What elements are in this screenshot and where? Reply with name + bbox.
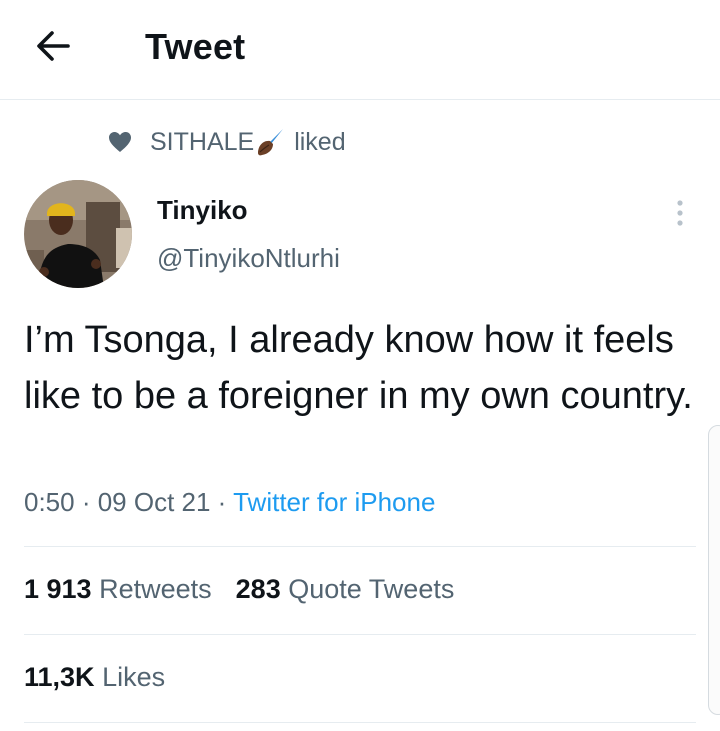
retweets-label: Retweets	[99, 574, 212, 604]
more-options-button[interactable]	[668, 196, 692, 230]
divider	[24, 546, 696, 547]
divider	[24, 634, 696, 635]
tweet-meta: 0:50 · 09 Oct 21 · Twitter for iPhone	[24, 487, 435, 518]
quote-tweets-stat[interactable]: 283 Quote Tweets	[236, 574, 455, 604]
likes-count: 11,3K	[24, 662, 95, 692]
divider	[24, 722, 696, 723]
tweet-time[interactable]: 0:50	[24, 487, 75, 517]
avatar[interactable]	[24, 180, 132, 288]
quill-pen-icon	[258, 129, 284, 156]
scroll-handle[interactable]	[708, 425, 720, 715]
page-title: Tweet	[145, 26, 246, 67]
retweets-count: 1 913	[24, 574, 92, 604]
tweet-source-link[interactable]: Twitter for iPhone	[233, 487, 435, 517]
top-bar: Tweet	[0, 0, 720, 100]
liker-name[interactable]: SITHALE	[150, 128, 254, 157]
heart-icon	[109, 132, 131, 152]
retweets-stat[interactable]: 1 913 Retweets	[24, 574, 212, 604]
author-display-name[interactable]: Tinyiko	[157, 195, 248, 226]
more-vertical-icon	[677, 200, 683, 226]
meta-separator: ·	[74, 487, 98, 517]
social-verb: liked	[294, 127, 346, 156]
social-context: SITHALE liked	[108, 124, 346, 160]
quotes-count: 283	[235, 574, 281, 604]
back-button[interactable]	[30, 26, 76, 66]
engagement-stats: 1 913 Retweets 283 Quote Tweets	[24, 574, 454, 605]
likes-label: Likes	[102, 662, 166, 692]
quotes-label: Quote Tweets	[288, 574, 455, 604]
tweet-text: I’m Tsonga, I already know how it feels …	[24, 319, 693, 417]
meta-separator-2: ·	[210, 487, 234, 517]
arrow-left-icon	[37, 31, 70, 61]
tweet-date[interactable]: 09 Oct 21	[98, 487, 211, 517]
author-handle[interactable]: @TinyikoNtlurhi	[157, 243, 340, 274]
likes-stats: 11,3K Likes	[24, 662, 165, 693]
likes-stat[interactable]: 11,3K Likes	[24, 662, 165, 692]
avatar-photo	[24, 180, 132, 288]
